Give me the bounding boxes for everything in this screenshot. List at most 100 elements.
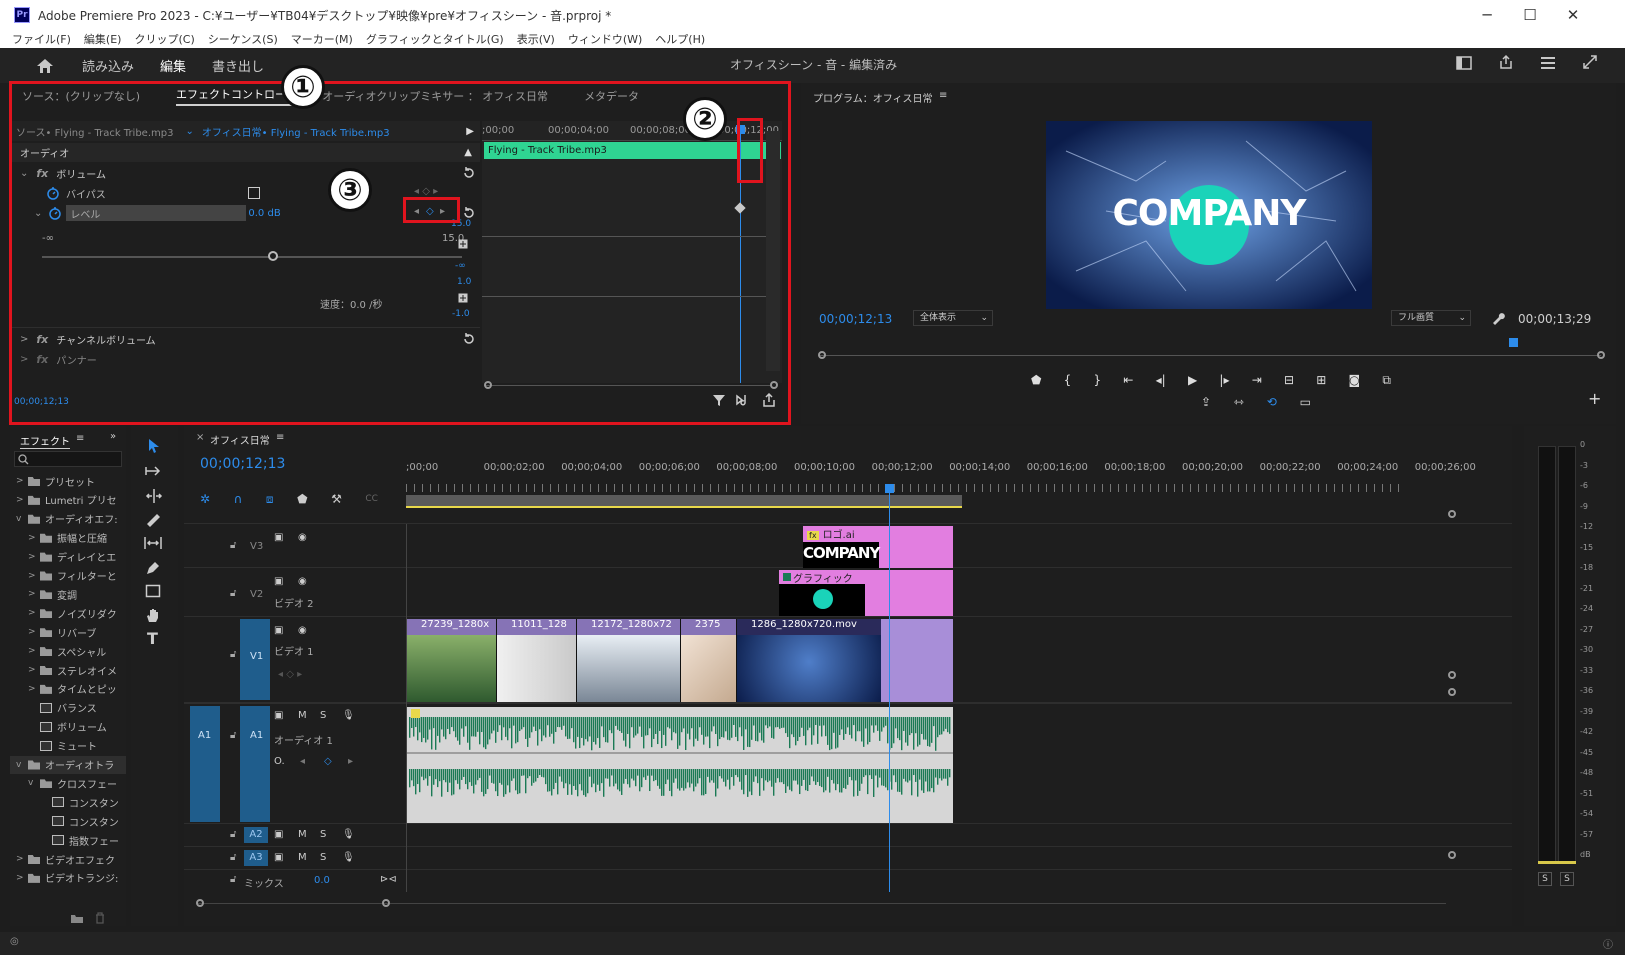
track-v1-name[interactable]: ビデオ 1	[274, 643, 314, 658]
lock-icon[interactable]: 🔓︎	[230, 874, 236, 885]
expand-panels-icon[interactable]: »	[110, 431, 116, 442]
nest-icon[interactable]: ✲	[200, 492, 210, 506]
home-icon[interactable]	[36, 58, 54, 74]
tree-toggle-icon[interactable]: >	[28, 665, 40, 675]
mix-value[interactable]: 0.0	[314, 875, 330, 886]
clip-v1-5[interactable]: 1286_1280x720.mov	[737, 619, 881, 702]
toggle-sync-icon[interactable]: ▣	[274, 829, 283, 840]
captions-icon[interactable]: CC	[365, 494, 378, 504]
program-timecode[interactable]: 00;00;12;13	[819, 312, 892, 326]
mix-goto-end-icon[interactable]: ⊳⊲	[380, 874, 397, 885]
microphone-icon[interactable]: 🎙︎	[342, 829, 355, 840]
effects-tree-item[interactable]: v クロスフェー	[10, 774, 126, 792]
program-monitor-menu-icon[interactable]: ≡	[939, 90, 947, 101]
effects-tree-item[interactable]: > フィルターと	[10, 567, 126, 585]
selection-tool-icon[interactable]	[147, 438, 161, 454]
tree-toggle-icon[interactable]: >	[28, 571, 40, 581]
solo-button[interactable]: S	[320, 852, 326, 863]
extract-icon[interactable]: ⊞	[1316, 373, 1326, 387]
overwrite-icon[interactable]: ⇿	[1234, 395, 1244, 409]
tree-toggle-icon[interactable]: >	[28, 627, 40, 637]
mute-button[interactable]: M	[298, 710, 307, 721]
add-button-icon[interactable]: +	[1588, 389, 1601, 408]
fit-dropdown[interactable]: 全体表示 ⌄	[913, 310, 993, 326]
menu-view[interactable]: 表示(V)	[517, 31, 555, 47]
sequence-tab[interactable]: オフィス日常	[210, 432, 270, 447]
menu-help[interactable]: ヘルプ(H)	[655, 31, 705, 47]
scroll-handle-audio-bottom[interactable]	[1448, 851, 1456, 859]
tree-toggle-icon[interactable]: >	[28, 684, 40, 694]
a1-source-patch[interactable]: A1	[190, 706, 220, 822]
share-icon[interactable]	[1498, 54, 1514, 70]
program-scrub-bar[interactable]	[818, 355, 1601, 356]
safe-margins-icon[interactable]: ⟲	[1267, 395, 1277, 409]
timeline-playhead-handle[interactable]	[885, 484, 894, 493]
effects-tree-item[interactable]: > リバーブ	[10, 623, 126, 641]
prev-keyframe-icon[interactable]: ◂	[300, 756, 305, 767]
microphone-icon[interactable]: 🎙︎	[342, 852, 355, 863]
close-button[interactable]: ✕	[1562, 4, 1584, 26]
solo-left-button[interactable]: S	[1538, 872, 1552, 886]
lock-icon[interactable]: 🔓︎	[230, 730, 236, 741]
a1-target-patch[interactable]	[240, 706, 270, 822]
effects-menu-icon[interactable]: ≡	[76, 433, 84, 444]
effects-tree-item[interactable]: v オーディオエフ:	[10, 510, 126, 528]
mark-in-icon[interactable]: {	[1064, 373, 1072, 387]
program-zoom-right[interactable]	[1597, 351, 1605, 359]
mark-out-icon[interactable]: }	[1094, 373, 1102, 387]
effects-tree-item[interactable]: > ビデオトランジ:	[10, 869, 126, 887]
track-v3-label[interactable]: V3	[250, 541, 263, 552]
tree-toggle-icon[interactable]: >	[16, 476, 28, 486]
track-a1-label[interactable]: A1	[250, 730, 263, 741]
effects-tree-item[interactable]: 指数フェー	[10, 831, 126, 849]
scroll-handle-video-bottom[interactable]	[1448, 671, 1456, 679]
effects-tree-item[interactable]: > タイムとピッ	[10, 680, 126, 698]
effects-tree-item[interactable]: > スペシャル	[10, 642, 126, 660]
toggle-sync-icon[interactable]: ▣	[274, 532, 283, 543]
ripple-edit-tool-icon[interactable]	[145, 488, 163, 504]
tree-toggle-icon[interactable]: v	[16, 760, 28, 770]
program-video-frame[interactable]: COMPANY	[1046, 121, 1372, 309]
scroll-handle-video-top[interactable]	[1448, 510, 1456, 518]
menu-edit[interactable]: 編集(E)	[84, 31, 122, 47]
workspaces-menu-icon[interactable]	[1540, 56, 1556, 70]
tree-toggle-icon[interactable]: >	[28, 552, 40, 562]
clip-v1-2[interactable]: 11011_128	[497, 619, 577, 702]
tab-export[interactable]: 書き出し	[212, 56, 264, 75]
wrench-icon[interactable]	[1491, 311, 1505, 325]
compare-icon[interactable]: ⧉	[1382, 373, 1391, 388]
effects-tree-item[interactable]: > Lumetri プリセ	[10, 491, 126, 509]
track-select-tool-icon[interactable]	[145, 464, 163, 478]
step-back-icon[interactable]: ◂|	[1156, 373, 1166, 387]
menu-marker[interactable]: マーカー(M)	[291, 31, 353, 47]
tree-toggle-icon[interactable]: >	[28, 533, 40, 543]
slip-tool-icon[interactable]	[143, 536, 163, 550]
eye-icon[interactable]: ◉	[298, 532, 307, 543]
toggle-sync-icon[interactable]: ▣	[274, 852, 283, 863]
go-to-out-icon[interactable]: ⇥	[1252, 373, 1262, 387]
maximize-button[interactable]: ☐	[1519, 4, 1541, 26]
clip-v1-1[interactable]: 27239_1280x	[407, 619, 497, 702]
tree-toggle-icon[interactable]: >	[16, 495, 28, 505]
track-volume-knob[interactable]: O.	[274, 756, 285, 767]
pen-tool-icon[interactable]	[145, 560, 161, 576]
program-zoom-left[interactable]	[818, 351, 826, 359]
lock-icon[interactable]: 🔓︎	[230, 852, 236, 863]
tree-toggle-icon[interactable]: >	[28, 608, 40, 618]
menu-sequence[interactable]: シーケンス(S)	[208, 31, 278, 47]
tab-edit[interactable]: 編集	[160, 56, 187, 84]
effects-tree-item[interactable]: > 振幅と圧縮	[10, 529, 126, 547]
tree-toggle-icon[interactable]: >	[28, 589, 40, 599]
snap-icon[interactable]: ∩	[234, 492, 243, 506]
close-sequence-icon[interactable]: ×	[196, 432, 204, 443]
mute-button[interactable]: M	[298, 829, 307, 840]
eye-icon[interactable]: ◉	[298, 625, 307, 636]
effects-tree-item[interactable]: ボリューム	[10, 718, 126, 736]
track-a2-label[interactable]: A2	[244, 827, 268, 843]
panel-layout-icon[interactable]	[1456, 56, 1472, 70]
fullscreen-icon[interactable]	[1582, 54, 1598, 70]
scroll-handle-audio-top[interactable]	[1448, 688, 1456, 696]
hand-tool-icon[interactable]	[145, 607, 161, 623]
effects-search-input[interactable]	[14, 451, 122, 467]
effects-tree-item[interactable]: > プリセット	[10, 472, 126, 490]
